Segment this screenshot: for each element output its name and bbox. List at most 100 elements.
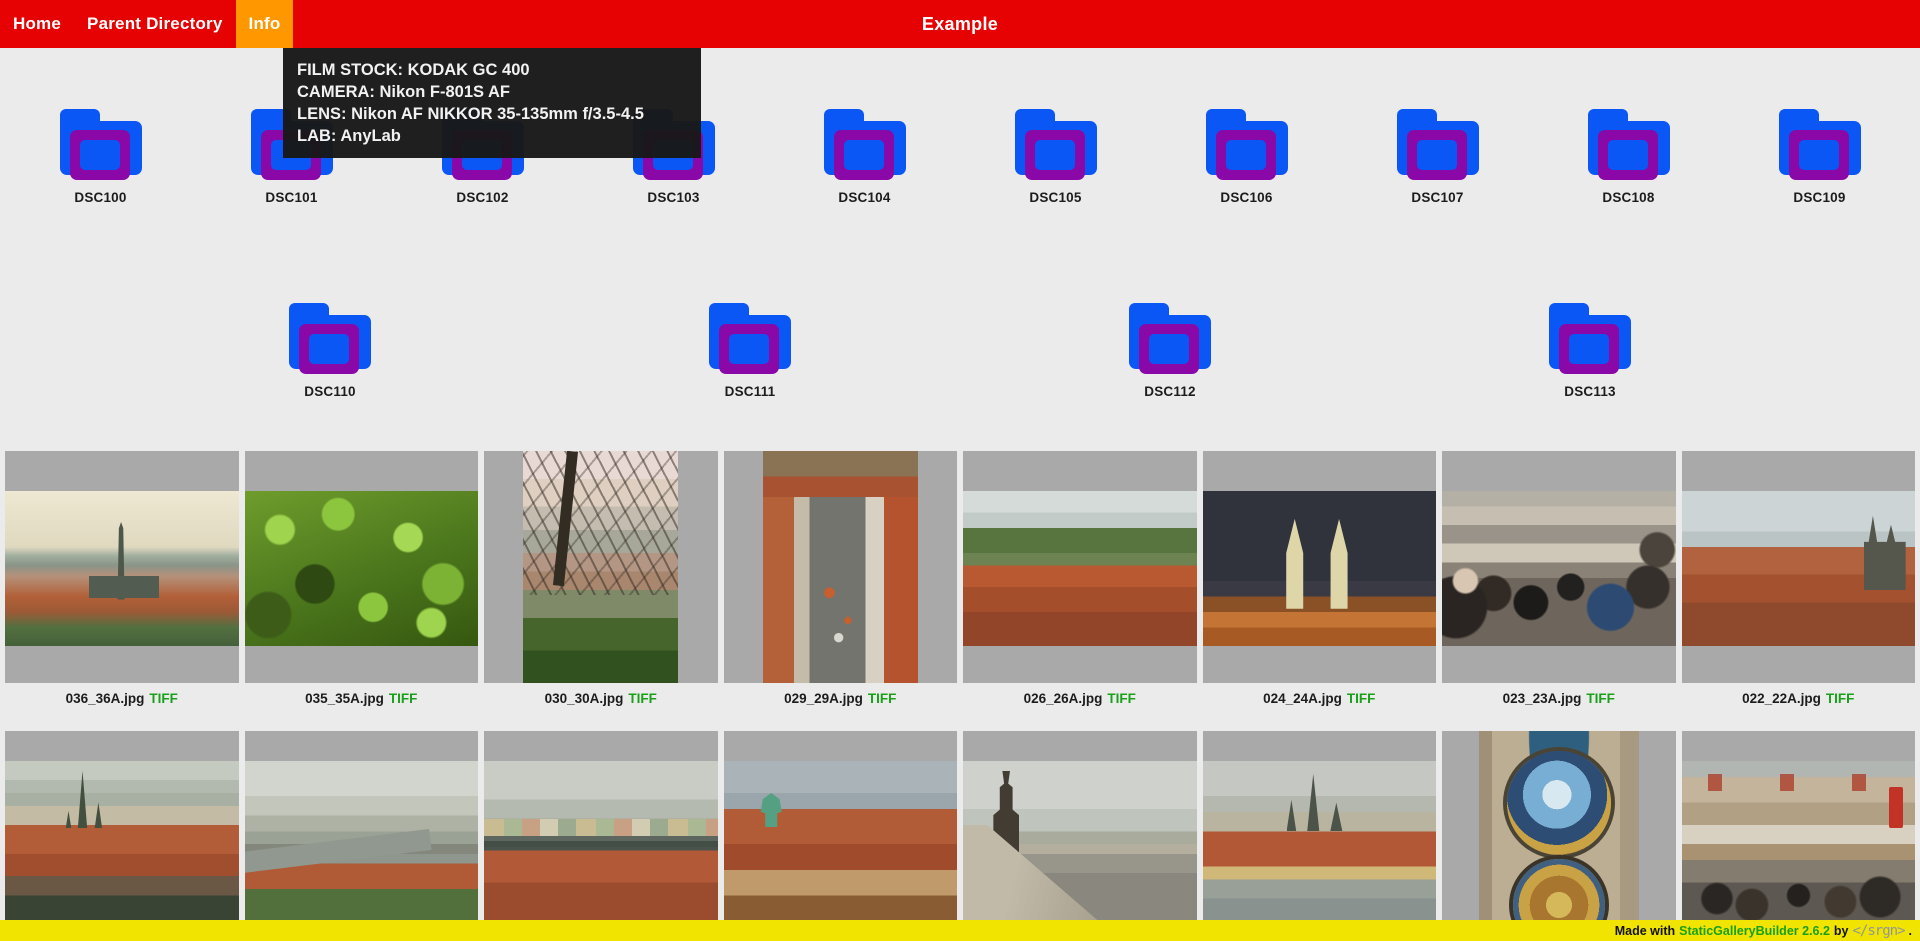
thumbnail-tile[interactable] [484,451,718,683]
thumbnail-column [245,731,479,941]
thumbnail-tile[interactable] [1203,731,1437,941]
thumbnail-filename[interactable]: 024_24A.jpg [1263,691,1342,706]
thumbnail-image-rooftops-cathedral [1682,491,1916,646]
thumbnail-image-bridge-crowd [1442,491,1676,646]
folder-item-dsc107[interactable]: DSC107 [1342,109,1533,205]
folder-item-dsc105[interactable]: DSC105 [960,109,1151,205]
thumbnail-format-link[interactable]: TIFF [1826,691,1855,706]
folder-icon-frame [719,324,779,374]
thumbnail-filename[interactable]: 030_30A.jpg [545,691,624,706]
thumbnail-image-square-from-above [763,451,918,683]
thumbnail-tile[interactable] [724,451,958,683]
folder-item-dsc104[interactable]: DSC104 [769,109,960,205]
thumbnail-frame [724,731,958,941]
folder-item-dsc108[interactable]: DSC108 [1533,109,1724,205]
nav-item-label: Parent Directory [87,14,222,34]
thumbnail-format-link[interactable]: TIFF [628,691,657,706]
thumbnail-tile[interactable] [963,451,1197,683]
thumbnail-frame [724,451,958,683]
thumbnail-frame [963,451,1197,683]
thumbnail-filename[interactable]: 023_23A.jpg [1503,691,1582,706]
thumbnail-filename[interactable]: 029_29A.jpg [784,691,863,706]
thumbnail-format-link[interactable]: TIFF [868,691,897,706]
folder-label: DSC101 [265,190,317,205]
thumbnail-filename[interactable]: 036_36A.jpg [66,691,145,706]
thumbnail-frame [963,731,1197,941]
thumbnail-filename[interactable]: 035_35A.jpg [305,691,384,706]
folder-label: DSC111 [725,384,776,399]
nav-item-label: Home [13,14,61,34]
thumbnail-image-rooftops-hill [963,491,1197,646]
footer: Made with StaticGalleryBuilder 2.6.2 by … [0,920,1920,941]
thumbnail-format-link[interactable]: TIFF [1347,691,1376,706]
thumbnail-format-link[interactable]: TIFF [1586,691,1615,706]
folder-label: DSC106 [1220,190,1272,205]
thumbnail-tile[interactable] [1682,731,1916,941]
thumbnail-format-link[interactable]: TIFF [389,691,418,706]
folder-label: DSC104 [838,190,890,205]
navbar: Home Parent Directory Info Example [0,0,1920,48]
folder-item-dsc100[interactable]: DSC100 [5,109,196,205]
thumbnail-filename[interactable]: 026_26A.jpg [1024,691,1103,706]
thumbnail-tile[interactable] [724,731,958,941]
thumbnail-tile[interactable] [1203,451,1437,683]
thumbnail-format-link[interactable]: TIFF [149,691,178,706]
folder-icon [824,109,906,181]
thumbnail-filename[interactable]: 022_22A.jpg [1742,691,1821,706]
folder-label: DSC113 [1564,384,1615,399]
thumbnail-frame [1203,451,1437,683]
folder-icon [1129,303,1211,375]
thumbnail-image-astronomical-clock [1479,731,1639,941]
thumbnail-image-river-bridge-pano [484,761,718,921]
folder-icon [289,303,371,375]
folder-label: DSC108 [1602,190,1654,205]
folder-item-dsc111[interactable]: DSC111 [540,303,960,399]
thumbnail-frame [1203,731,1437,941]
footer-brand-link[interactable]: </srgn> [1853,923,1905,939]
thumbnail-frame [1442,731,1676,941]
thumbnail-tile[interactable] [1442,731,1676,941]
thumbnail-label: 026_26A.jpg TIFF [963,683,1197,731]
thumbnail-image-river-haze-pano [245,761,479,921]
thumbnail-grid-row1: 036_36A.jpg TIFF 035_35A.jpg TIFF 030_30… [0,451,1920,731]
thumbnail-image-tree-city-view [523,451,678,683]
thumbnail-image-castle-stvitus-pano [5,761,239,921]
folder-item-dsc112[interactable]: DSC112 [960,303,1380,399]
thumbnail-image-rooftops-dome [724,761,958,921]
thumbnail-frame [5,451,239,683]
folder-label: DSC103 [647,190,699,205]
thumbnail-tile[interactable] [963,731,1197,941]
thumbnail-format-link[interactable]: TIFF [1107,691,1136,706]
footer-builder-link[interactable]: StaticGalleryBuilder 2.6.2 [1679,924,1830,938]
folder-item-dsc113[interactable]: DSC113 [1380,303,1800,399]
thumbnail-column: 026_26A.jpg TIFF [963,451,1197,731]
nav-item-info[interactable]: Info [236,0,294,48]
nav-item-parent-directory[interactable]: Parent Directory [74,0,235,48]
thumbnail-tile[interactable] [5,731,239,941]
folder-item-dsc110[interactable]: DSC110 [120,303,540,399]
tooltip-line: LAB: AnyLab [297,125,687,147]
thumbnail-tile[interactable] [1442,451,1676,683]
thumbnail-label: 023_23A.jpg TIFF [1442,683,1676,731]
thumbnail-tile[interactable] [245,451,479,683]
thumbnail-tile[interactable] [5,451,239,683]
folder-icon [1588,109,1670,181]
thumbnail-column: 023_23A.jpg TIFF [1442,451,1676,731]
thumbnail-frame [1682,731,1916,941]
info-tooltip: FILM STOCK: KODAK GC 400CAMERA: Nikon F-… [283,48,701,158]
thumbnail-tile[interactable] [1682,451,1916,683]
thumbnail-column: 035_35A.jpg TIFF [245,451,479,731]
tooltip-line: LENS: Nikon AF NIKKOR 35-135mm f/3.5-4.5 [297,103,687,125]
thumbnail-frame [1442,451,1676,683]
folder-item-dsc106[interactable]: DSC106 [1151,109,1342,205]
thumbnail-image-green-foliage [245,491,479,646]
folder-icon-frame [1407,130,1467,180]
nav-item-home[interactable]: Home [0,0,74,48]
thumbnail-tile[interactable] [484,731,718,941]
folder-label: DSC105 [1029,190,1081,205]
folder-icon [1015,109,1097,181]
thumbnail-tile[interactable] [245,731,479,941]
folder-item-dsc109[interactable]: DSC109 [1724,109,1915,205]
folder-icon-frame [1559,324,1619,374]
thumbnail-image-bridge-statue-view [963,761,1197,921]
